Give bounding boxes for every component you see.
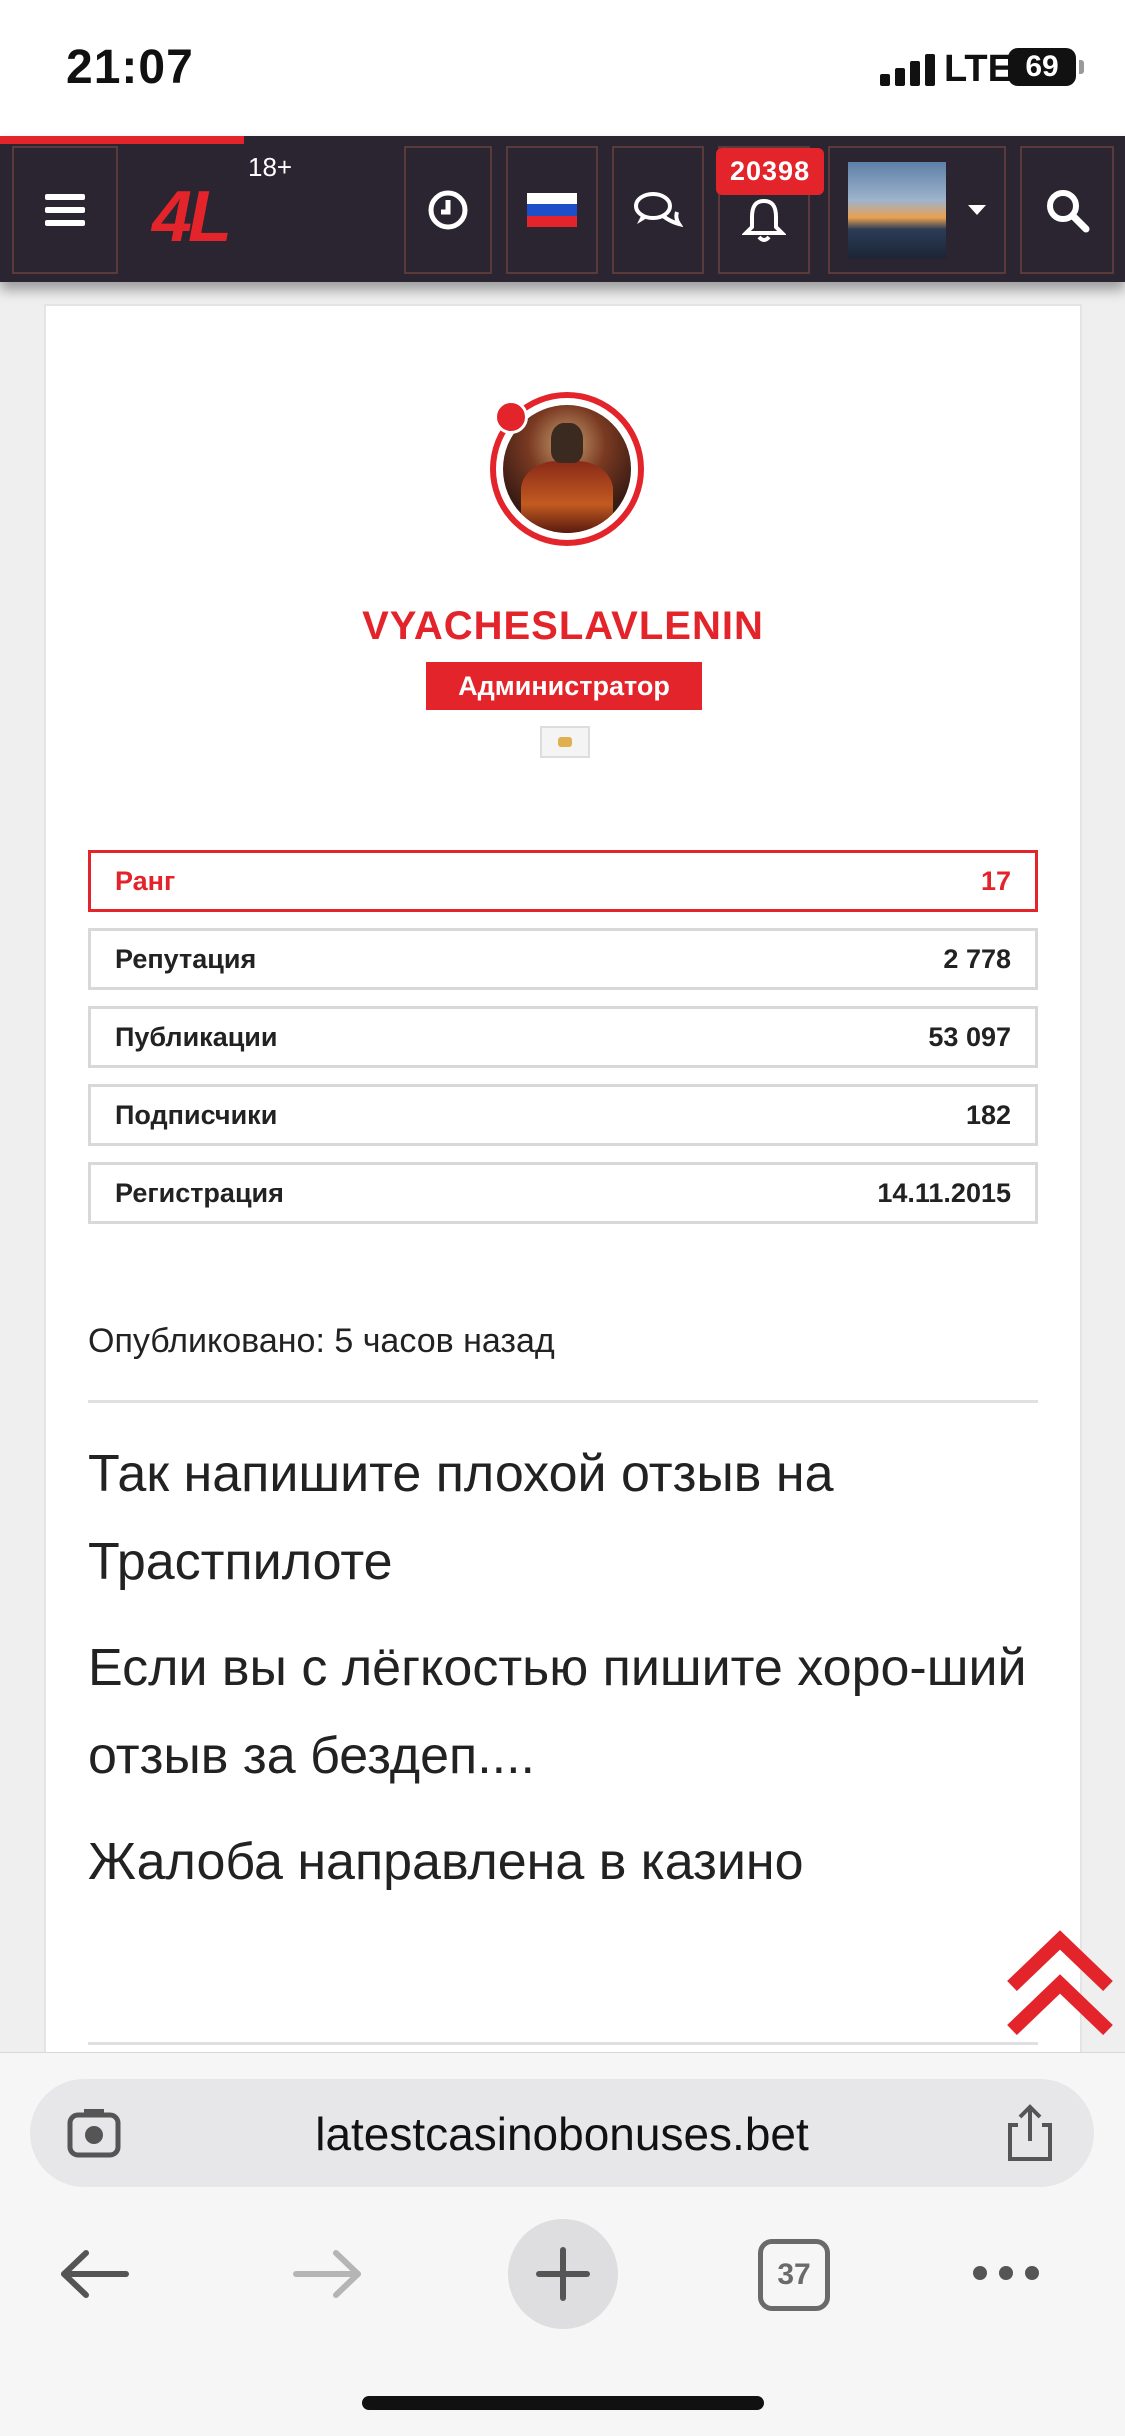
user-menu-button[interactable] [828, 146, 1006, 274]
post-card: VYACHESLAVLENIN Администратор Ранг 17 Ре… [44, 304, 1082, 2064]
forward-arrow-icon[interactable] [292, 2249, 364, 2299]
back-arrow-icon[interactable] [58, 2249, 130, 2299]
online-status-dot [494, 400, 528, 434]
browser-toolbar: latestcasinobonuses.bet 37 [0, 2052, 1125, 2436]
network-label: LTE [944, 48, 1013, 90]
stat-value: 14.11.2015 [877, 1177, 1011, 1208]
chevron-down-icon [968, 205, 986, 215]
stat-row-reputation: Репутация 2 778 [88, 928, 1038, 990]
status-bar: 21:07 LTE 69 [0, 0, 1125, 136]
stat-row-registration: Регистрация 14.11.2015 [88, 1162, 1038, 1224]
messages-button[interactable] [612, 146, 704, 274]
stat-value: 53 097 [928, 1021, 1011, 1052]
stat-label: Подписчики [115, 1099, 278, 1130]
url-text[interactable]: latestcasinobonuses.bet [30, 2107, 1094, 2161]
role-badge: Администратор [426, 662, 702, 710]
profile-username[interactable]: VYACHESLAVLENIN [46, 604, 1080, 649]
stat-value: 17 [980, 865, 1011, 896]
chevron-up-icon[interactable] [1004, 1930, 1116, 2042]
search-button[interactable] [1020, 146, 1114, 274]
stat-label: Репутация [115, 943, 257, 974]
stat-row-rank: Ранг 17 [88, 850, 1038, 912]
site-logo[interactable]: 4L [152, 176, 232, 258]
stat-label: Ранг [115, 865, 176, 896]
address-bar[interactable]: latestcasinobonuses.bet [30, 2079, 1094, 2187]
stat-row-publications: Публикации 53 097 [88, 1006, 1038, 1068]
stat-label: Регистрация [115, 1177, 284, 1208]
bell-icon [742, 198, 786, 242]
tabs-button[interactable]: 37 [758, 2239, 830, 2311]
browser-nav: 37 [0, 2213, 1125, 2353]
published-time: Опубликовано: 5 часов назад [88, 1322, 555, 1360]
history-button[interactable] [404, 146, 492, 274]
stat-value: 182 [965, 1099, 1011, 1130]
user-avatar-thumbnail [848, 162, 946, 258]
stat-value: 2 778 [943, 943, 1011, 974]
stat-label: Публикации [115, 1021, 278, 1052]
battery-icon: 69 [1008, 48, 1084, 86]
age-label: 18+ [248, 152, 293, 182]
search-icon [1047, 190, 1090, 233]
more-dots-icon[interactable] [970, 2263, 1042, 2283]
chat-bubbles-icon [634, 192, 683, 228]
language-button[interactable] [506, 146, 598, 274]
home-indicator [362, 2396, 764, 2410]
menu-button[interactable] [12, 146, 118, 274]
notification-count-badge[interactable]: 20398 [716, 148, 825, 195]
post-paragraph: Жалоба направлена в казино [88, 1833, 804, 1891]
status-time: 21:07 [66, 41, 194, 94]
site-header: 4L 18+ [0, 136, 1125, 282]
russian-flag-icon [527, 193, 577, 227]
hamburger-menu-icon [45, 194, 85, 226]
history-circle-icon [428, 190, 468, 230]
plus-icon [536, 2247, 590, 2301]
post-paragraph: Так напишите плохой отзыв на Трастпилоте [88, 1445, 834, 1591]
new-tab-button[interactable] [508, 2219, 618, 2329]
divider [88, 1400, 1038, 1403]
share-icon[interactable] [1004, 2103, 1056, 2163]
signal-icon [880, 54, 936, 86]
divider [88, 2042, 1038, 2045]
stat-row-followers: Подписчики 182 [88, 1084, 1038, 1146]
post-paragraph: Если вы с лёгкостью пишите хоро-ший отзы… [88, 1639, 1027, 1785]
loading-progress-bar [0, 136, 244, 144]
country-flag-icon [540, 726, 590, 758]
